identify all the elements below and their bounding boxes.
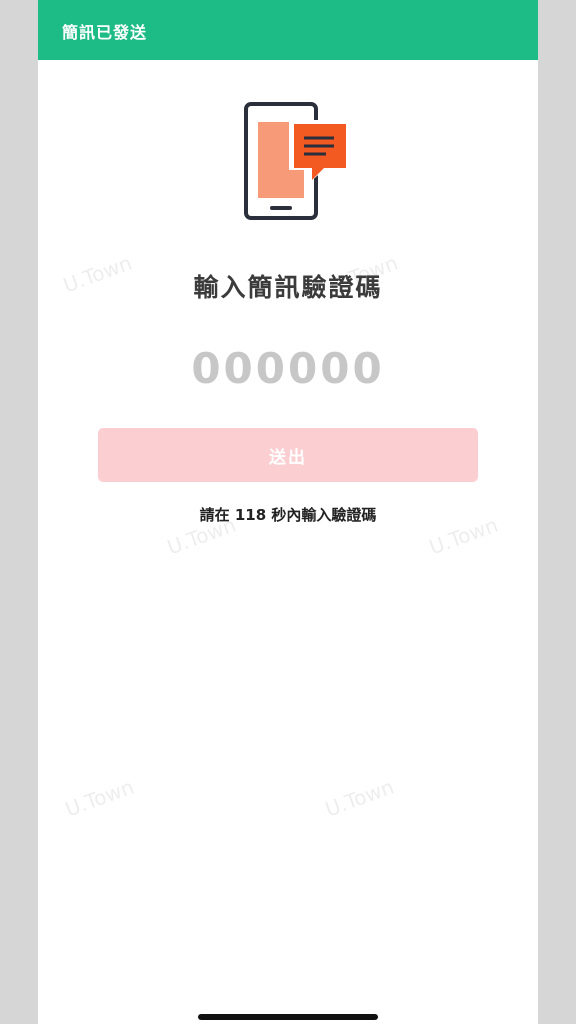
home-indicator: [198, 1014, 378, 1020]
page-title: 輸入簡訊驗證碼: [193, 273, 383, 302]
banner-text: 簡訊已發送: [62, 23, 148, 42]
sms-sent-banner: 簡訊已發送: [38, 0, 538, 60]
submit-button[interactable]: 送出: [98, 428, 478, 482]
watermark: U.Town: [322, 774, 398, 822]
verification-code-input[interactable]: [138, 338, 438, 398]
phone-message-icon: [244, 102, 347, 220]
watermark: U.Town: [62, 774, 138, 822]
countdown-text: 請在 118 秒內輸入驗證碼: [199, 506, 377, 524]
app-screen: U.Town U.Town U.Town U.Town U.Town U.Tow…: [38, 0, 538, 1024]
